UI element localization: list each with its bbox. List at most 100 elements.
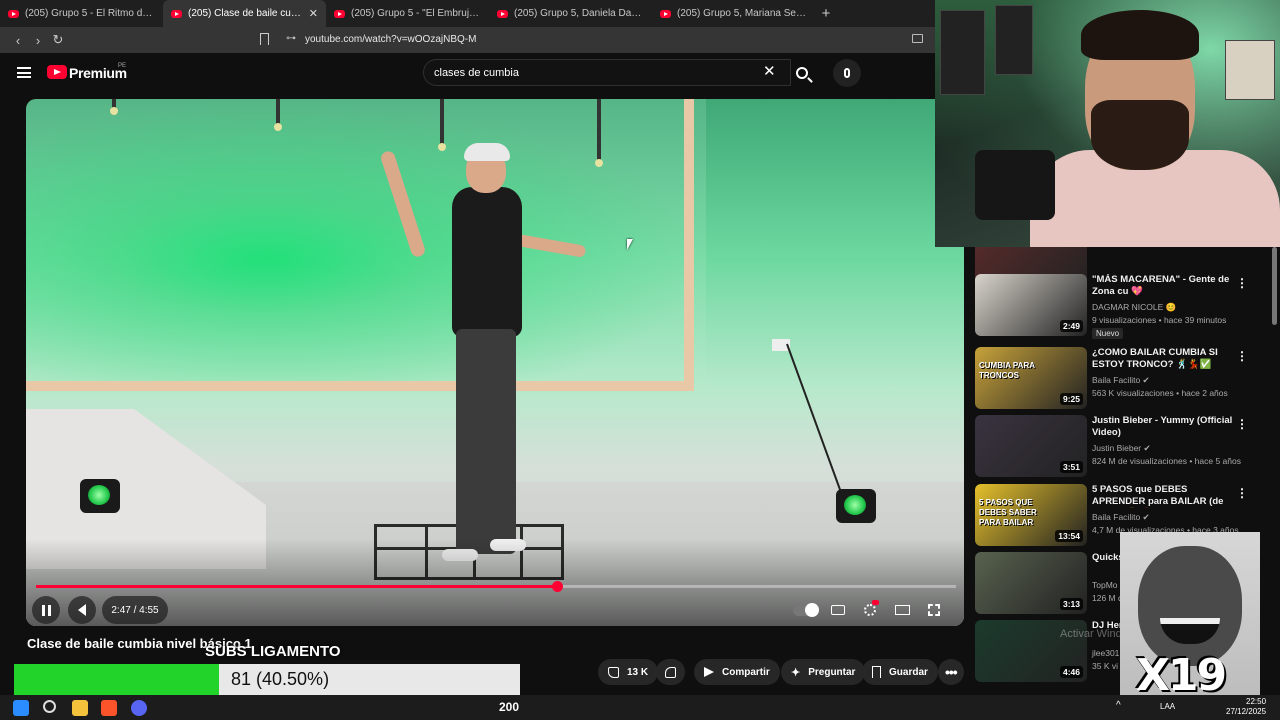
autoplay-icon <box>793 602 819 617</box>
green-speaker <box>80 479 120 513</box>
language-indicator[interactable]: LAA <box>1160 702 1175 711</box>
dancer-torso <box>452 187 522 337</box>
recommendation-title[interactable]: ¿COMO BAILAR CUMBIA SI ESTOY TRONCO? 🕺💃✅ <box>1092 347 1237 371</box>
recommendation-title[interactable]: Justin Bieber - Yummy (Official Video) <box>1092 415 1237 439</box>
share-button[interactable]: Compartir <box>694 659 780 685</box>
ceiling-lamp <box>276 99 280 124</box>
progress-played <box>36 585 557 588</box>
recommendation-meta: 563 K visualizaciones • hace 2 años <box>1092 388 1228 398</box>
close-tab-icon[interactable]: ✕ <box>309 7 318 20</box>
save-button[interactable]: Guardar <box>862 659 938 685</box>
search-clear-button[interactable]: ✕ <box>763 62 776 80</box>
mic-icon <box>844 68 850 78</box>
settings-button[interactable] <box>856 596 884 624</box>
video-player[interactable]: 2:47 / 4:55 <box>26 99 964 626</box>
browser-tab[interactable]: (205) Clase de baile cumbia nivel básico… <box>163 0 326 27</box>
speaker-cable <box>786 343 847 505</box>
recommendation-channel[interactable]: Justin Bieber ✔ <box>1092 443 1151 454</box>
recommendation-menu-icon[interactable]: ⋮ <box>1236 486 1248 500</box>
recommendation-title[interactable]: "MÁS MACARENA" - Gente de Zona cu 💖 <box>1092 274 1237 298</box>
youtube-logo-icon[interactable] <box>47 65 67 79</box>
recommendation-channel[interactable]: TopMo <box>1092 580 1118 590</box>
video-wall-frame <box>26 99 694 391</box>
tab-title: (205) Grupo 5 - El Ritmo de Mi Corazón <box>25 8 155 19</box>
recommendation-channel[interactable]: Baila Facilito ✔ <box>1092 375 1150 386</box>
recommendation-thumbnail[interactable]: 5 PASOS QUE DEBES SABER PARA BAILAR 13:54 <box>975 484 1087 546</box>
url-text[interactable]: youtube.com/watch?v=wOOzajNBQ-M <box>305 34 476 45</box>
progress-bar[interactable] <box>36 581 956 592</box>
subs-goal-bar: 81 (40.50%) <box>14 664 520 695</box>
theater-button[interactable] <box>888 596 916 624</box>
tray-expand-icon[interactable]: ^ <box>1116 700 1121 711</box>
recommendation-channel[interactable]: DAGMAR NICOLE 😊 <box>1092 302 1176 313</box>
pause-icon <box>40 604 52 616</box>
dislike-button[interactable] <box>656 659 685 685</box>
dancer <box>379 129 587 579</box>
recommendation-channel[interactable]: Baila Facilito ✔ <box>1092 512 1150 523</box>
save-label: Guardar <box>889 666 928 678</box>
start-icon[interactable] <box>13 700 29 716</box>
taskbar-clock[interactable]: 22:50 27/12/2025 <box>1226 697 1266 717</box>
sparkle-icon: ✦ <box>791 666 801 679</box>
recommendation-menu-icon[interactable]: ⋮ <box>1236 417 1248 431</box>
progress-scrubber[interactable] <box>551 581 563 592</box>
video-duration: 3:13 <box>1059 598 1083 610</box>
back-button[interactable]: ‹ <box>8 33 28 48</box>
autoplay-toggle[interactable] <box>792 596 820 624</box>
browser-tab[interactable]: (205) Grupo 5, Mariana Seoane - Al <box>652 0 815 27</box>
reload-button[interactable]: ↻ <box>48 32 68 48</box>
recommendation-menu-icon[interactable]: ⋮ <box>1236 349 1248 363</box>
youtube-favicon-icon <box>660 9 671 18</box>
save-icon <box>872 666 881 678</box>
ask-button[interactable]: ✦ Preguntar <box>781 659 866 685</box>
webcam-person-beard <box>1091 100 1189 170</box>
forward-button[interactable]: › <box>28 33 48 48</box>
ask-label: Preguntar <box>808 666 856 678</box>
recommendation-thumbnail[interactable]: 2:49 <box>975 274 1087 336</box>
volume-icon <box>78 604 86 616</box>
recommendation-thumbnail[interactable]: 3:51 <box>975 415 1087 477</box>
pause-button[interactable] <box>32 596 60 624</box>
webcam-poster <box>940 10 985 95</box>
youtube-favicon-icon <box>171 9 182 18</box>
recommendation-menu-icon[interactable]: ⋮ <box>1236 276 1248 290</box>
voice-search-button[interactable] <box>833 59 861 87</box>
recommendation-item[interactable]: 3:51 Justin Bieber - Yummy (Official Vide… <box>975 415 1265 479</box>
dancer-cap <box>464 143 510 161</box>
browser-tab[interactable]: (205) Grupo 5 - "El Embrujo" (Letra) <box>326 0 489 27</box>
recommendation-thumbnail[interactable]: CUMBIA PARA TRONCOS 9:25 <box>975 347 1087 409</box>
captions-button[interactable] <box>824 596 852 624</box>
search-input[interactable]: clases de cumbia <box>423 59 791 86</box>
more-actions-button[interactable]: ••• <box>938 659 964 685</box>
menu-icon[interactable] <box>17 67 31 78</box>
browser-tab[interactable]: (205) Grupo 5, Daniela Darcourt - Qué <box>489 0 652 27</box>
recommendation-channel[interactable]: jlee301 <box>1092 648 1119 658</box>
volume-button[interactable] <box>68 596 96 624</box>
bookmark-icon[interactable] <box>260 33 269 45</box>
video-duration: 13:54 <box>1055 530 1083 542</box>
sidebar-scrollbar[interactable] <box>1272 247 1277 325</box>
like-button[interactable]: 13 K <box>598 659 659 685</box>
file-explorer-icon[interactable] <box>72 700 88 716</box>
cast-icon[interactable] <box>912 34 923 43</box>
new-tab-button[interactable]: + <box>815 5 837 22</box>
thumbnail-text: CUMBIA PARA TRONCOS <box>979 361 1035 380</box>
lamp-light <box>595 159 603 167</box>
site-info-icon[interactable]: ⊶ <box>286 33 296 44</box>
taskbar-search-icon[interactable] <box>43 700 56 713</box>
settings-icon <box>864 600 879 616</box>
more-icon: ••• <box>945 664 958 680</box>
recommendation-title[interactable]: 5 PASOS que DEBES APRENDER para BAILAR (… <box>1092 484 1237 508</box>
brave-browser-icon[interactable] <box>101 700 117 716</box>
search-button[interactable] <box>786 59 818 86</box>
search-query: clases de cumbia <box>434 66 519 79</box>
recommendation-item[interactable]: CUMBIA PARA TRONCOS 9:25 ¿COMO BAILAR CUMB… <box>975 347 1265 411</box>
share-label: Compartir <box>722 666 770 678</box>
browser-tab-strip: (205) Grupo 5 - El Ritmo de Mi Corazón (2… <box>0 0 935 27</box>
recommendation-item[interactable]: 2:49 "MÁS MACARENA" - Gente de Zona cu 💖 D… <box>975 274 1265 339</box>
discord-icon[interactable] <box>131 700 147 716</box>
recommendation-thumbnail[interactable]: 3:13 <box>975 552 1087 614</box>
fullscreen-button[interactable] <box>920 596 948 624</box>
new-badge: Nuevo <box>1092 328 1124 339</box>
browser-tab[interactable]: (205) Grupo 5 - El Ritmo de Mi Corazón <box>0 0 163 27</box>
